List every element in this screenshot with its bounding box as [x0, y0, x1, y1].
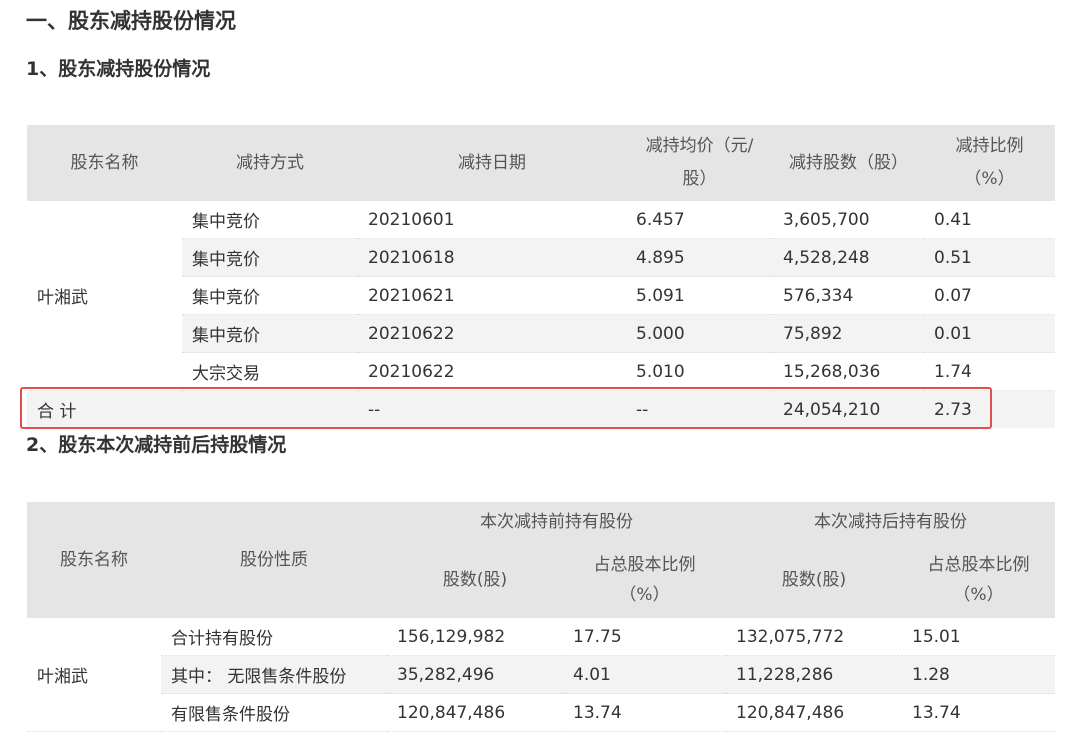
header-before: 本次减持前持有股份 [387, 502, 726, 542]
header-ratio: 减持比例 （%） [924, 125, 1055, 201]
holdings-table: 股东名称 股份性质 本次减持前持有股份 本次减持后持有股份 股数(股) 占总股本… [27, 502, 1055, 732]
table-row: 其中： 无限售条件股份 35,282,496 4.01 11,228,286 1… [27, 655, 1055, 694]
shares-cell: 576,334 [773, 276, 924, 315]
subsection-title-2: 2、股东本次减持前后持股情况 [26, 434, 287, 456]
header-after: 本次减持后持有股份 [726, 502, 1055, 542]
method-cell: 集中竞价 [182, 276, 358, 315]
price-cell: 5.000 [626, 314, 773, 353]
ratio-cell: 1.74 [924, 352, 1055, 391]
date-cell: 20210618 [358, 238, 626, 277]
shares-cell: 4,528,248 [773, 238, 924, 277]
header-share-type: 股份性质 [161, 502, 387, 618]
header-after-shares: 股数(股) [726, 542, 902, 618]
shareholder-name: 叶湘武 [27, 618, 161, 732]
table-header-row: 股东名称 减持方式 减持日期 减持均价（元/股） 减持股数（股） 减持比例 （%） [27, 125, 1055, 201]
table-row: 有限售条件股份 120,847,486 13.74 120,847,486 13… [27, 693, 1055, 732]
date-cell: 20210622 [358, 352, 626, 391]
date-cell: 20210621 [358, 276, 626, 315]
table-row: 集中竞价 20210618 4.895 4,528,248 0.51 [27, 238, 1055, 277]
header-after-ratio: 占总股本比例 （%） [902, 542, 1055, 618]
before-shares-cell: 35,282,496 [387, 655, 563, 694]
method-cell: 集中竞价 [182, 238, 358, 277]
table-row: 叶湘武 合计持有股份 156,129,982 17.75 132,075,772… [27, 618, 1055, 732]
total-date: -- [358, 390, 626, 428]
date-cell: 20210601 [358, 201, 626, 239]
table-header-row: 股东名称 股份性质 本次减持前持有股份 本次减持后持有股份 [27, 502, 1055, 618]
header-shares: 减持股数（股） [773, 125, 924, 201]
total-label: 合 计 [27, 390, 182, 428]
total-ratio: 2.73 [924, 390, 1055, 428]
share-type-cell: 合计持有股份 [161, 618, 387, 656]
ratio-cell: 0.51 [924, 238, 1055, 277]
subsection-title-1: 1、股东减持股份情况 [26, 58, 211, 80]
table-row: 叶湘武 集中竞价 20210601 6.457 3,605,700 0.41 [27, 201, 1055, 391]
share-type-cell: 其中： 无限售条件股份 [161, 655, 387, 694]
share-type-cell: 有限售条件股份 [161, 693, 387, 732]
before-ratio-cell: 17.75 [563, 618, 726, 656]
before-shares-cell: 156,129,982 [387, 618, 563, 656]
method-cell: 集中竞价 [182, 314, 358, 353]
after-shares-cell: 132,075,772 [726, 618, 902, 656]
after-shares-cell: 120,847,486 [726, 693, 902, 732]
header-shareholder-name: 股东名称 [27, 125, 182, 201]
section-title: 一、股东减持股份情况 [26, 9, 236, 33]
method-cell: 集中竞价 [182, 201, 358, 239]
shares-cell: 15,268,036 [773, 352, 924, 391]
before-shares-cell: 120,847,486 [387, 693, 563, 732]
header-before-shares: 股数(股) [387, 542, 563, 618]
price-cell: 5.091 [626, 276, 773, 315]
table-row: 集中竞价 20210621 5.091 576,334 0.07 [27, 276, 1055, 315]
price-cell: 6.457 [626, 201, 773, 239]
shares-cell: 75,892 [773, 314, 924, 353]
price-cell: 5.010 [626, 352, 773, 391]
header-before-ratio: 占总股本比例 （%） [563, 542, 726, 618]
table-row: 大宗交易 20210622 5.010 15,268,036 1.74 [27, 352, 1055, 391]
after-ratio-cell: 15.01 [902, 618, 1055, 656]
reduction-table: 股东名称 减持方式 减持日期 减持均价（元/股） 减持股数（股） 减持比例 （%）… [27, 125, 1055, 428]
total-shares: 24,054,210 [773, 390, 924, 428]
ratio-cell: 0.01 [924, 314, 1055, 353]
header-avg-price: 减持均价（元/股） [626, 125, 773, 201]
before-ratio-cell: 4.01 [563, 655, 726, 694]
shares-cell: 3,605,700 [773, 201, 924, 239]
header-method: 减持方式 [182, 125, 358, 201]
method-cell: 大宗交易 [182, 352, 358, 391]
header-date: 减持日期 [358, 125, 626, 201]
shareholder-name: 叶湘武 [27, 201, 182, 391]
total-row: 合 计 -- -- 24,054,210 2.73 [27, 390, 1055, 428]
header-shareholder-name: 股东名称 [27, 502, 161, 618]
after-ratio-cell: 13.74 [902, 693, 1055, 732]
after-ratio-cell: 1.28 [902, 655, 1055, 694]
total-price: -- [626, 390, 773, 428]
ratio-cell: 0.41 [924, 201, 1055, 239]
table-row: 集中竞价 20210622 5.000 75,892 0.01 [27, 314, 1055, 353]
after-shares-cell: 11,228,286 [726, 655, 902, 694]
date-cell: 20210622 [358, 314, 626, 353]
price-cell: 4.895 [626, 238, 773, 277]
before-ratio-cell: 13.74 [563, 693, 726, 732]
ratio-cell: 0.07 [924, 276, 1055, 315]
